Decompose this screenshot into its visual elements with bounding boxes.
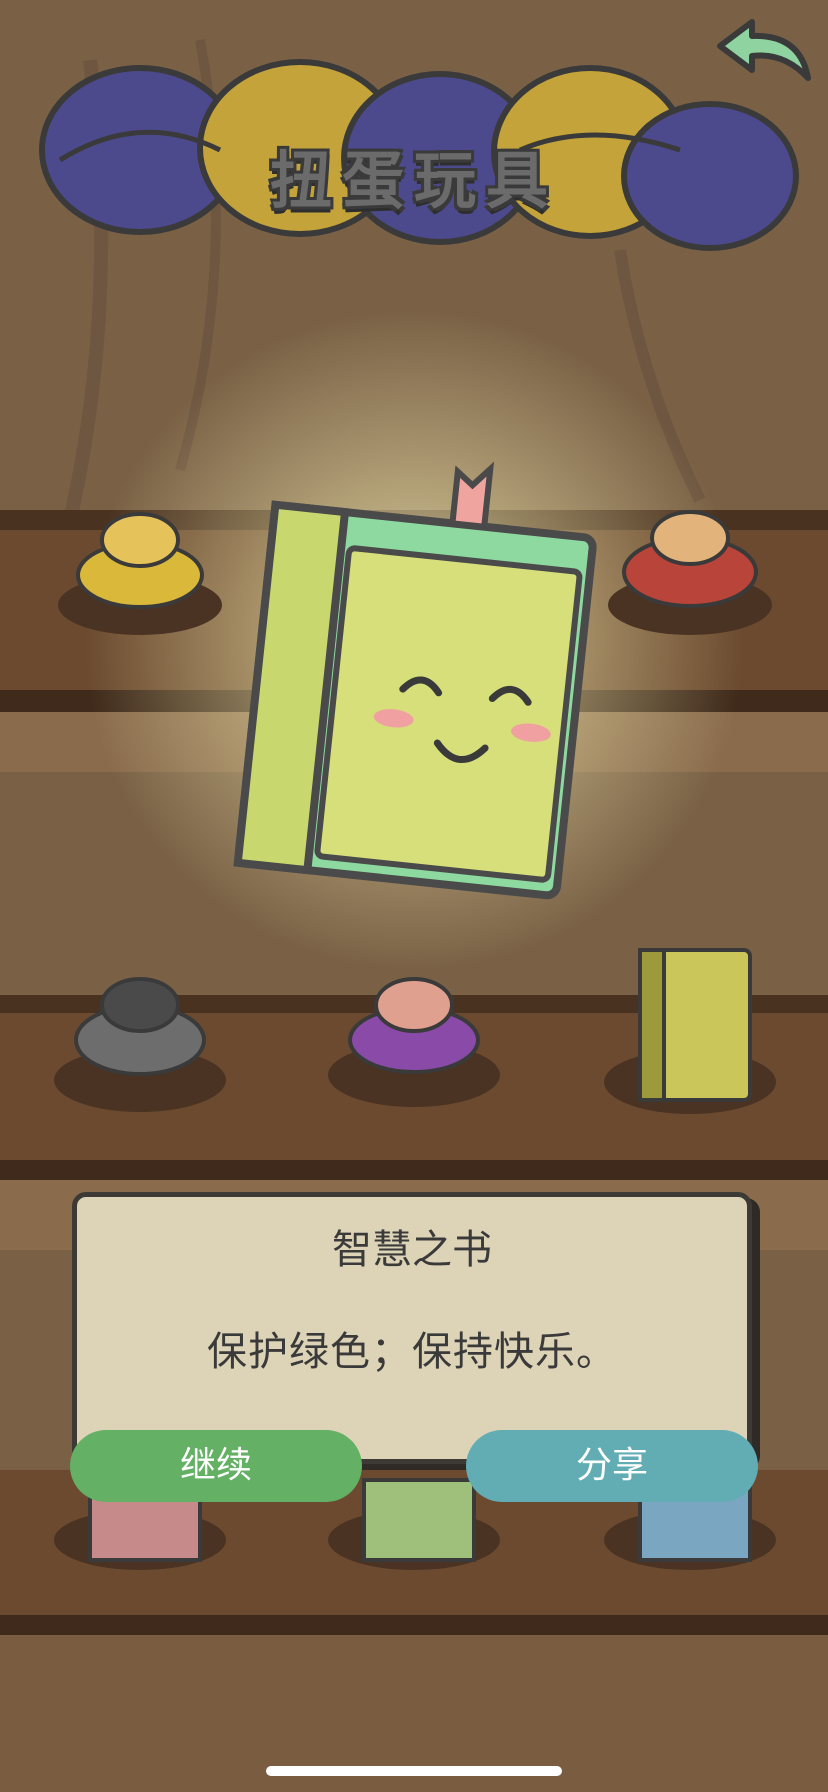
reward-item-name: 智慧之书 xyxy=(332,1227,492,1273)
page-title: 扭蛋玩具 xyxy=(269,144,558,217)
game-scene xyxy=(0,0,828,1792)
home-indicator[interactable] xyxy=(266,1766,562,1776)
reward-dialog: 智慧之书 保护绿色；保持快乐。 xyxy=(72,1192,752,1464)
share-button[interactable]: 分享 xyxy=(466,1430,758,1502)
reward-description: 保护绿色；保持快乐。 xyxy=(207,1329,617,1375)
continue-button[interactable]: 继续 xyxy=(70,1430,362,1502)
back-arrow-icon[interactable] xyxy=(712,16,812,96)
